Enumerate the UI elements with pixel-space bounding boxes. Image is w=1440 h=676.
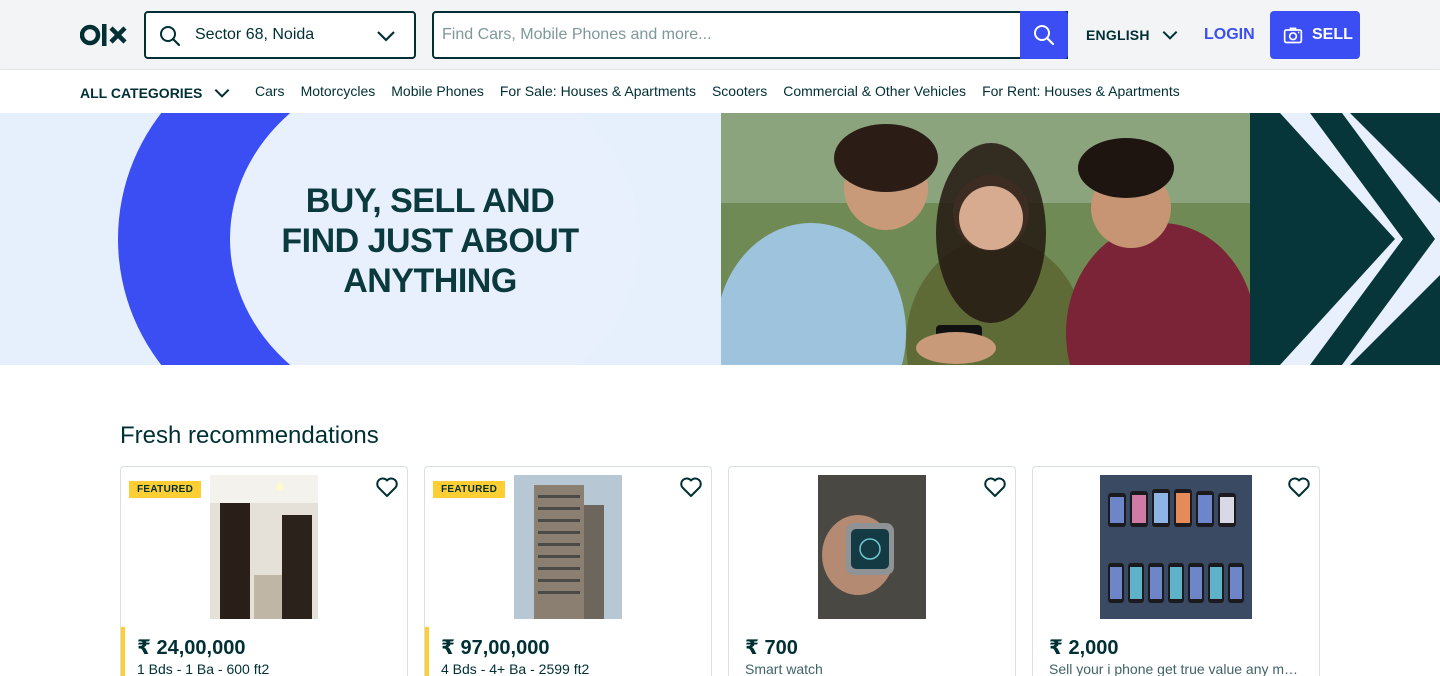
- chevron-down-icon: [215, 88, 230, 98]
- search-button[interactable]: [1020, 11, 1068, 59]
- category-link-motorcycles[interactable]: Motorcycles: [301, 83, 376, 99]
- chevron-down-icon: [1162, 30, 1178, 40]
- listing-card[interactable]: ₹ 700 Smart watch: [728, 466, 1016, 676]
- banner-photo-people: [721, 113, 1250, 365]
- listing-price: ₹ 24,00,000: [137, 637, 246, 659]
- listing-card[interactable]: ₹ 2,000 Sell your i phone get true value…: [1032, 466, 1320, 676]
- listing-description: Smart watch: [745, 661, 823, 676]
- category-link-mobile-phones[interactable]: Mobile Phones: [391, 83, 484, 99]
- favorite-heart-icon[interactable]: [375, 475, 399, 499]
- banner-line-2: FIND JUST ABOUT: [281, 222, 579, 260]
- banner-line-1: BUY, SELL AND: [305, 182, 555, 220]
- listing-description: Sell your i phone get true value any mo.…: [1049, 661, 1299, 676]
- listing-price: ₹ 700: [745, 637, 798, 659]
- listing-image: [818, 475, 926, 619]
- listing-description: 1 Bds - 1 Ba - 600 ft2: [137, 661, 270, 676]
- hero-banner[interactable]: BUY, SELL AND FIND JUST ABOUT ANYTHING: [0, 113, 1440, 365]
- banner-arrow-shape: [1280, 113, 1440, 365]
- olx-logo[interactable]: [80, 20, 130, 50]
- featured-badge: FEATURED: [433, 481, 506, 498]
- location-selector[interactable]: Sector 68, Noida: [144, 11, 416, 59]
- listing-image: [1100, 475, 1252, 619]
- language-selector[interactable]: ENGLISH: [1086, 24, 1180, 46]
- category-link-commercial-vehicles[interactable]: Commercial & Other Vehicles: [783, 83, 966, 99]
- banner-left-panel: BUY, SELL AND FIND JUST ABOUT ANYTHING: [0, 113, 721, 365]
- category-link-scooters[interactable]: Scooters: [712, 83, 767, 99]
- location-value: Sector 68, Noida: [195, 26, 315, 43]
- chevron-down-icon[interactable]: [374, 24, 398, 48]
- login-link[interactable]: LOGIN: [1204, 26, 1255, 44]
- category-link-cars[interactable]: Cars: [255, 83, 285, 99]
- all-categories-label: ALL CATEGORIES: [80, 85, 203, 101]
- top-header: Sector 68, Noida ENGLISH LOGIN SELL: [0, 0, 1440, 70]
- listing-price: ₹ 2,000: [1049, 637, 1119, 659]
- search-icon: [160, 26, 181, 47]
- listing-card[interactable]: FEATURED ₹ 24,00,000 1 Bds - 1 Ba - 600 …: [120, 466, 408, 676]
- featured-badge: FEATURED: [129, 481, 202, 498]
- featured-bar: [121, 627, 125, 676]
- category-link-for-sale-houses[interactable]: For Sale: Houses & Apartments: [500, 83, 696, 99]
- camera-icon: [1283, 27, 1303, 44]
- featured-bar: [425, 627, 429, 676]
- listing-image: [210, 475, 318, 619]
- search-icon: [1034, 25, 1055, 46]
- fresh-recommendations-title: Fresh recommendations: [120, 422, 379, 449]
- category-links: Cars Motorcycles Mobile Phones For Sale:…: [255, 83, 1196, 99]
- banner-line-3: ANYTHING: [343, 262, 517, 300]
- search-box: [432, 11, 1068, 59]
- banner-right-panel: [1250, 113, 1440, 365]
- sell-label: SELL: [1312, 26, 1353, 43]
- listing-description: 4 Bds - 4+ Ba - 2599 ft2: [441, 661, 590, 676]
- listing-card[interactable]: FEATURED ₹ 97,00,000 4 Bds - 4+ Ba - 259…: [424, 466, 712, 676]
- search-input[interactable]: [434, 13, 1018, 57]
- favorite-heart-icon[interactable]: [983, 475, 1007, 499]
- banner-headline: BUY, SELL AND FIND JUST ABOUT ANYTHING: [240, 181, 620, 301]
- favorite-heart-icon[interactable]: [679, 475, 703, 499]
- all-categories-dropdown[interactable]: ALL CATEGORIES: [80, 83, 232, 103]
- sell-button[interactable]: SELL: [1270, 11, 1360, 59]
- category-bar: ALL CATEGORIES Cars Motorcycles Mobile P…: [0, 70, 1440, 113]
- category-link-for-rent-houses[interactable]: For Rent: Houses & Apartments: [982, 83, 1180, 99]
- listing-price: ₹ 97,00,000: [441, 637, 550, 659]
- language-label: ENGLISH: [1086, 27, 1150, 43]
- listing-image: [514, 475, 622, 619]
- favorite-heart-icon[interactable]: [1287, 475, 1311, 499]
